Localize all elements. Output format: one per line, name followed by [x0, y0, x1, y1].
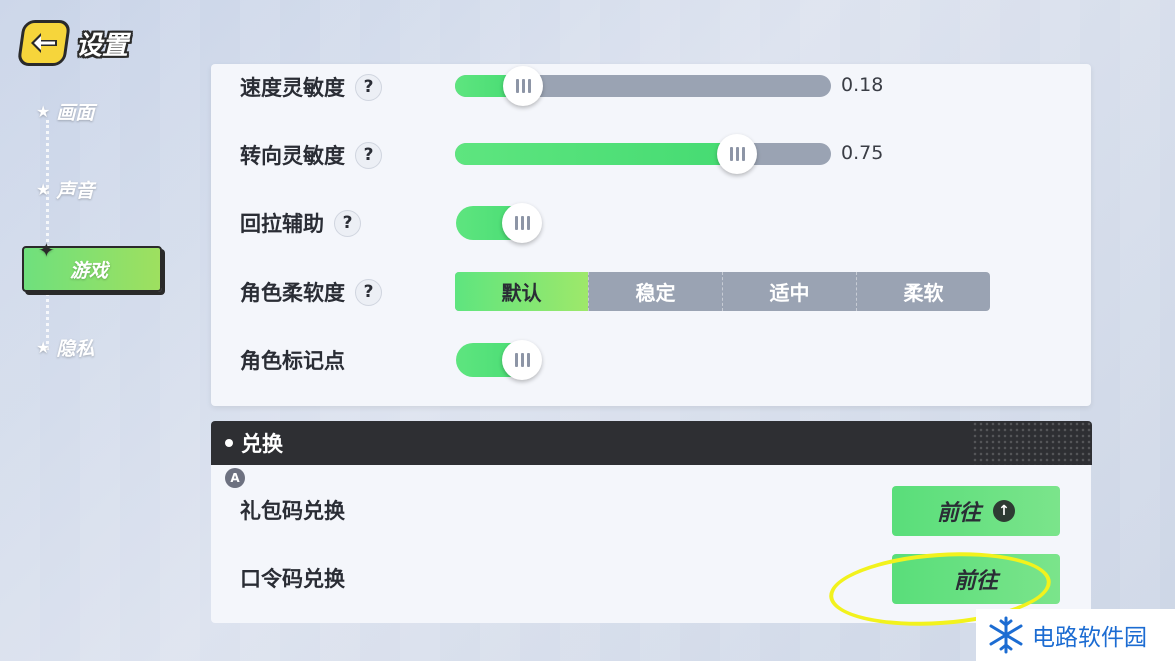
help-icon[interactable]: ? — [334, 209, 361, 237]
setting-label: 回拉辅助 — [240, 212, 324, 236]
sidebar-item-sound[interactable]: ★ 声音 — [36, 176, 94, 203]
softness-option-medium[interactable]: 适中 — [722, 272, 856, 311]
back-button[interactable] — [16, 20, 72, 66]
setting-label: 转向灵敏度 — [240, 144, 345, 168]
snowflake-logo-icon — [989, 616, 1023, 654]
section-title: 兑换 — [241, 432, 283, 456]
toggle-knob — [502, 203, 542, 243]
setting-label: 礼包码兑换 — [240, 499, 345, 523]
character-marker-toggle[interactable] — [456, 340, 542, 380]
controller-a-icon: A — [225, 468, 245, 488]
back-arrow-icon — [31, 33, 57, 53]
star-icon: ★ — [36, 338, 51, 357]
gift-code-go-button[interactable]: 前往 ↑ — [892, 486, 1060, 536]
slider-value: 0.75 — [841, 142, 884, 164]
softness-option-soft[interactable]: 柔软 — [856, 272, 990, 311]
speed-sensitivity-row: 速度灵敏度 ? — [240, 70, 382, 104]
nav-connector-line — [46, 120, 49, 350]
pullback-assist-row: 回拉辅助 ? — [240, 206, 361, 240]
sidebar-item-display[interactable]: ★ 画面 — [36, 98, 94, 125]
star-icon: ★ — [36, 180, 51, 199]
setting-label: 速度灵敏度 — [240, 76, 345, 100]
star-icon: ✦ — [38, 238, 55, 262]
setting-label: 角色柔软度 — [240, 281, 345, 305]
turn-sensitivity-row: 转向灵敏度 ? — [240, 138, 382, 172]
sidebar-item-label: 游戏 — [70, 259, 109, 282]
slider-handle[interactable] — [503, 66, 543, 106]
sidebar-item-label: 声音 — [56, 180, 95, 202]
button-label: 前往 — [936, 501, 981, 526]
character-softness-selector: 默认 稳定 适中 柔软 — [455, 272, 990, 311]
toggle-knob — [502, 340, 542, 380]
help-icon[interactable]: ? — [355, 73, 382, 101]
arrow-up-icon: ↑ — [993, 500, 1015, 522]
sidebar-item-privacy[interactable]: ★ 隐私 — [36, 334, 94, 361]
help-icon[interactable]: ? — [355, 278, 382, 306]
sidebar-item-label: 隐私 — [56, 338, 95, 360]
character-softness-row: 角色柔软度 ? — [240, 275, 382, 309]
gift-code-row: 礼包码兑换 — [240, 493, 345, 527]
softness-option-default[interactable]: 默认 — [455, 272, 588, 311]
page-header: 设置 — [16, 20, 129, 66]
slider-handle[interactable] — [717, 134, 757, 174]
setting-label: 口令码兑换 — [240, 567, 345, 591]
slider-fill — [455, 143, 737, 165]
redeem-section-header: 兑换 — [211, 421, 1092, 465]
star-icon: ★ — [36, 102, 51, 121]
softness-option-stable[interactable]: 稳定 — [588, 272, 722, 311]
password-code-row: 口令码兑换 — [240, 561, 345, 595]
help-icon[interactable]: ? — [355, 141, 382, 169]
watermark: 电路软件园 — [976, 609, 1175, 661]
bullet-icon — [225, 439, 233, 447]
pullback-assist-toggle[interactable] — [456, 203, 542, 243]
watermark-text: 电路软件园 — [1032, 625, 1147, 651]
speed-sensitivity-slider[interactable] — [455, 66, 831, 106]
turn-sensitivity-slider[interactable] — [455, 134, 831, 174]
sidebar-item-label: 画面 — [56, 102, 95, 124]
page-title: 设置 — [76, 30, 129, 61]
halftone-decoration — [972, 421, 1092, 465]
slider-value: 0.18 — [841, 74, 884, 96]
game-settings-panel: 速度灵敏度 ? 0.18 转向灵敏度 ? 0.75 回拉辅助 ? 角色柔软度 ?… — [211, 64, 1091, 406]
character-marker-row: 角色标记点 — [240, 343, 345, 377]
sidebar-item-game[interactable]: ✦ 游戏 — [22, 238, 162, 292]
setting-label: 角色标记点 — [240, 349, 345, 373]
